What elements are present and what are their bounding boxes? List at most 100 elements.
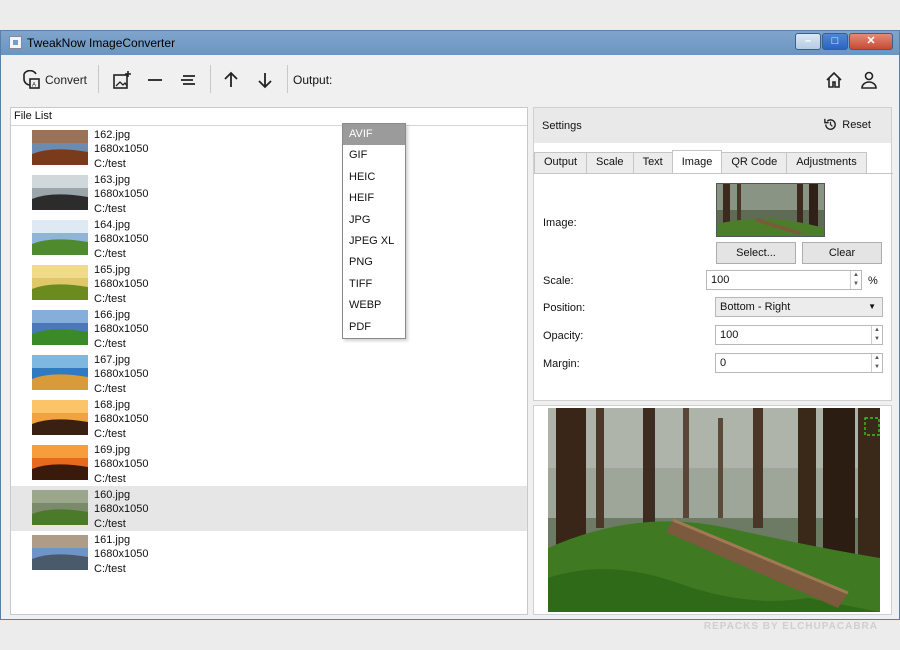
file-name: 168.jpg	[94, 399, 131, 411]
forest-preview-image	[548, 408, 880, 612]
file-list-item[interactable]: 164.jpg 1680x1050 C:/test	[11, 216, 527, 261]
tab-image[interactable]: Image	[671, 150, 723, 173]
file-name: 169.jpg	[94, 444, 131, 456]
remove-button[interactable]	[144, 67, 166, 93]
tab-output[interactable]: Output	[534, 152, 588, 173]
output-option-gif[interactable]: GIF	[343, 145, 405, 166]
file-list-item[interactable]: 166.jpg 1680x1050 C:/test	[11, 306, 527, 351]
home-button[interactable]	[823, 67, 845, 93]
file-path: C:/test	[94, 382, 126, 395]
output-option-webp[interactable]: WEBP	[343, 295, 405, 316]
scale-spinner[interactable]: ▲ ▼	[850, 271, 861, 289]
opacity-input[interactable]: 100 ▲ ▼	[715, 325, 883, 345]
file-list-item[interactable]: 168.jpg 1680x1050 C:/test	[11, 396, 527, 441]
file-dimensions: 1680x1050	[94, 143, 149, 156]
move-up-button[interactable]	[220, 67, 242, 93]
image-thumbnail	[32, 220, 88, 255]
margin-value: 0	[720, 357, 727, 369]
image-thumbnail	[32, 355, 88, 390]
settings-header: Settings Reset	[534, 108, 891, 143]
clear-image-button[interactable]: Clear	[802, 242, 882, 264]
file-name: 166.jpg	[94, 309, 131, 321]
minimize-button[interactable]: –	[795, 33, 821, 50]
app-icon	[9, 36, 22, 49]
file-name: 167.jpg	[94, 354, 131, 366]
close-button[interactable]: ✕	[849, 33, 893, 50]
file-dimensions: 1680x1050	[94, 548, 149, 561]
scale-input[interactable]: 100 ▲ ▼	[706, 270, 862, 290]
output-option-tiff[interactable]: TIFF	[343, 274, 405, 295]
scale-value: 100	[711, 274, 730, 286]
file-path: C:/test	[94, 202, 126, 215]
file-path: C:/test	[94, 517, 126, 530]
convert-button[interactable]: A Convert	[21, 67, 87, 93]
output-option-jpeg-xl[interactable]: JPEG XL	[343, 231, 405, 252]
output-option-heif[interactable]: HEIF	[343, 188, 405, 209]
account-button[interactable]	[858, 67, 880, 93]
tab-adjustments[interactable]: Adjustments	[786, 152, 867, 173]
file-dimensions: 1680x1050	[94, 413, 149, 426]
file-list: 162.jpg 1680x1050 C:/test 163.jpg 1680x1050 C…	[11, 126, 527, 576]
image-thumbnail	[32, 400, 88, 435]
opacity-spinner[interactable]: ▲ ▼	[871, 326, 882, 344]
scale-unit: %	[868, 275, 878, 287]
move-down-button[interactable]	[254, 67, 276, 93]
toolbar-separator	[98, 65, 99, 93]
image-thumbnail	[32, 445, 88, 480]
file-list-item[interactable]: 165.jpg 1680x1050 C:/test	[11, 261, 527, 306]
reset-button[interactable]: Reset	[823, 117, 871, 132]
arrow-down-icon	[258, 73, 272, 89]
tab-text[interactable]: Text	[632, 152, 673, 173]
select-image-button[interactable]: Select...	[716, 242, 796, 264]
file-list-item[interactable]: 167.jpg 1680x1050 C:/test	[11, 351, 527, 396]
watermark-image-preview[interactable]	[716, 183, 825, 237]
toolbar: A Convert Output:	[7, 55, 893, 105]
file-list-panel: File List 162.jpg 1680x1050 C:/test 163.jpg…	[10, 107, 528, 615]
clear-list-button[interactable]	[177, 67, 199, 93]
tab-qr-code[interactable]: QR Code	[721, 152, 788, 173]
output-option-heic[interactable]: HEIC	[343, 167, 405, 188]
tab-scale[interactable]: Scale	[586, 152, 634, 173]
file-list-item[interactable]: 161.jpg 1680x1050 C:/test	[11, 531, 527, 576]
file-name: 160.jpg	[94, 489, 131, 501]
file-name: 161.jpg	[94, 534, 131, 546]
output-option-png[interactable]: PNG	[343, 252, 405, 273]
file-list-item[interactable]: 163.jpg 1680x1050 C:/test	[11, 171, 527, 216]
add-image-button[interactable]	[110, 67, 134, 93]
position-value: Bottom - Right	[720, 301, 791, 313]
file-dimensions: 1680x1050	[94, 458, 149, 471]
output-option-pdf[interactable]: PDF	[343, 317, 405, 338]
forest-thumbnail	[717, 184, 824, 236]
home-icon	[826, 71, 842, 88]
output-option-jpg[interactable]: JPG	[343, 210, 405, 231]
file-name: 165.jpg	[94, 264, 131, 276]
margin-spinner[interactable]: ▲ ▼	[871, 354, 882, 372]
maximize-button[interactable]: □	[822, 33, 848, 50]
position-select[interactable]: Bottom - Right ▼	[715, 297, 883, 317]
image-thumbnail	[32, 310, 88, 345]
file-list-item[interactable]: 160.jpg 1680x1050 C:/test	[11, 486, 527, 531]
file-dimensions: 1680x1050	[94, 233, 149, 246]
image-thumbnail	[32, 175, 88, 210]
output-label: Output:	[293, 73, 333, 87]
output-format-dropdown[interactable]: AVIF GIF HEIC HEIF JPG JPEG XL PNG TIFF WEBP PDF	[342, 123, 406, 339]
file-list-item[interactable]: 162.jpg 1680x1050 C:/test	[11, 126, 527, 171]
image-thumbnail	[32, 535, 88, 570]
margin-input[interactable]: 0 ▲ ▼	[715, 353, 883, 373]
file-list-item[interactable]: 169.jpg 1680x1050 C:/test	[11, 441, 527, 486]
file-path: C:/test	[94, 562, 126, 575]
output-option-avif[interactable]: AVIF	[343, 124, 405, 146]
position-label: Position:	[543, 302, 586, 314]
opacity-label: Opacity:	[543, 330, 584, 342]
image-tab-content: Image: Select... Clear Scale: 100 ▲ ▼ % …	[534, 173, 893, 402]
watermark-text: REPACKS BY ELCHUPACABRA	[703, 621, 878, 632]
opacity-value: 100	[720, 329, 739, 341]
file-dimensions: 1680x1050	[94, 368, 149, 381]
toolbar-separator	[287, 65, 288, 93]
file-path: C:/test	[94, 157, 126, 170]
clear-list-icon	[181, 75, 195, 85]
settings-panel: Settings Reset Output Scale Text Image Q…	[533, 107, 893, 402]
settings-tabs: Output Scale Text Image QR Code Adjustme…	[534, 150, 867, 173]
scale-label: Scale:	[543, 275, 574, 287]
window-title: TweakNow ImageConverter	[27, 36, 176, 50]
